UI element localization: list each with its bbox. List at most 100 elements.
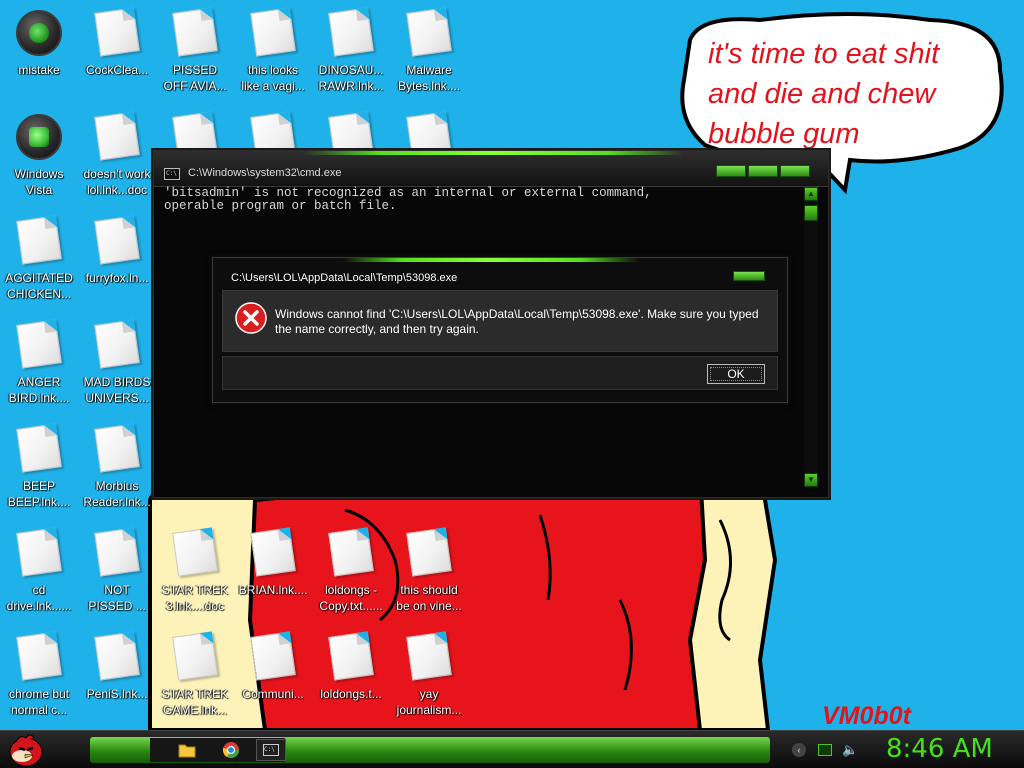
desktop-icon-label: yay journalism... xyxy=(396,687,462,717)
desktop-icon-label: Communi... xyxy=(242,687,304,701)
desktop-icon-label: MAD BIRDS UNIVERS... xyxy=(83,375,151,405)
desktop-icon[interactable]: AGGITATED CHICKEN... xyxy=(0,212,78,310)
document-icon xyxy=(16,527,62,577)
dialog-close-button[interactable] xyxy=(733,271,765,281)
document-icon xyxy=(406,631,452,681)
desktop-icon[interactable]: mistake xyxy=(0,4,78,102)
taskbar-cmd-button[interactable]: C:\ xyxy=(256,739,286,761)
taskbar-clock[interactable]: 8:46 AM xyxy=(886,734,993,764)
volume-icon[interactable]: 🔈 xyxy=(842,742,858,758)
console-icon: C:\ xyxy=(263,744,279,756)
speech-bubble-text: it's time to eat shit and die and chew b… xyxy=(708,38,940,150)
document-icon xyxy=(250,527,296,577)
document-icon xyxy=(406,7,452,57)
desktop-icon-label: chrome but normal c... xyxy=(8,687,70,717)
network-icon[interactable] xyxy=(818,744,832,756)
desktop-icon[interactable]: STAR TREK 3.lnk....doc xyxy=(156,524,234,622)
dialog-accent xyxy=(343,258,639,262)
tray-expand-icon[interactable]: ‹ xyxy=(792,743,806,757)
desktop-icon[interactable]: Malware Bytes.lnk.... xyxy=(390,4,468,102)
maximize-button[interactable] xyxy=(748,165,778,177)
document-icon xyxy=(16,319,62,369)
desktop-icon-label: this should be on vine... xyxy=(396,583,462,613)
dialog-body: Windows cannot find 'C:\Users\LOL\AppDat… xyxy=(222,290,778,352)
desktop-icon-label: mistake xyxy=(18,63,60,77)
cmd-title: C:\Windows\system32\cmd.exe xyxy=(188,167,342,179)
document-icon xyxy=(94,7,140,57)
angry-bird-icon[interactable] xyxy=(6,732,46,768)
document-icon xyxy=(94,319,140,369)
desktop-icon[interactable]: cd drive.lnk...... xyxy=(0,524,78,622)
scroll-down-button[interactable]: ▼ xyxy=(804,473,818,487)
taskbar: C:\ ‹ 🔈 8:46 AM xyxy=(0,730,1024,768)
ok-button[interactable]: OK xyxy=(707,364,765,384)
desktop-icon[interactable]: MAD BIRDS UNIVERS... xyxy=(78,316,156,414)
document-icon xyxy=(328,7,374,57)
document-icon xyxy=(16,423,62,473)
close-button[interactable] xyxy=(780,165,810,177)
desktop-icon[interactable]: NOT PISSED ... xyxy=(78,524,156,622)
window-controls xyxy=(716,165,810,179)
error-dialog[interactable]: C:\Users\LOL\AppData\Local\Temp\53098.ex… xyxy=(212,257,788,403)
desktop-icon[interactable]: this looks like a vagi... xyxy=(234,4,312,102)
scroll-up-button[interactable]: ▲ xyxy=(804,187,818,201)
minimize-button[interactable] xyxy=(716,165,746,177)
document-icon xyxy=(16,215,62,265)
desktop-icon[interactable]: Morbius Reader.lnk... xyxy=(78,420,156,518)
desktop-icon[interactable]: Windows Vista xyxy=(0,108,78,206)
desktop-icon[interactable]: this should be on vine... xyxy=(390,524,468,622)
chrome-icon[interactable] xyxy=(222,741,240,759)
document-icon xyxy=(328,527,374,577)
document-icon xyxy=(16,631,62,681)
desktop-icon-label: PISSED OFF AVIA... xyxy=(163,63,227,93)
desktop-icon[interactable]: BEEP BEEP.lnk.... xyxy=(0,420,78,518)
dialog-footer: OK xyxy=(222,356,778,390)
console-icon: C:\ xyxy=(164,168,180,180)
desktop-icon-label: DINOSAU... RAWR.lnk... xyxy=(318,63,384,93)
desktop-icon[interactable]: DINOSAU... RAWR.lnk... xyxy=(312,4,390,102)
desktop-icon-label: loldongs.t... xyxy=(320,687,382,701)
document-icon xyxy=(328,631,374,681)
desktop-icon[interactable]: loldongs - Copy.txt...... xyxy=(312,524,390,622)
desktop-icon[interactable]: STAR TREK GAME.lnk... xyxy=(156,628,234,726)
document-icon xyxy=(172,631,218,681)
desktop-icon[interactable]: chrome but normal c... xyxy=(0,628,78,726)
desktop-icon-label: BRIAN.lnk.... xyxy=(238,583,308,597)
desktop-icon-label: Morbius Reader.lnk... xyxy=(83,479,151,509)
document-icon xyxy=(172,527,218,577)
scroll-thumb[interactable] xyxy=(804,205,818,221)
desktop-icon[interactable]: loldongs.t... xyxy=(312,628,390,726)
desktop-icon-label: Malware Bytes.lnk.... xyxy=(397,63,461,93)
dialog-title: C:\Users\LOL\AppData\Local\Temp\53098.ex… xyxy=(231,272,458,284)
cmd-titlebar[interactable]: C:\ C:\Windows\system32\cmd.exe xyxy=(154,151,828,187)
desktop-icon[interactable]: ANGER BIRD.lnk.... xyxy=(0,316,78,414)
desktop-icon-label: NOT PISSED ... xyxy=(88,583,146,613)
desktop-icon[interactable]: Communi... xyxy=(234,628,312,726)
document-icon xyxy=(94,527,140,577)
desktop-icon[interactable]: doesn't work lol.lnk...doc xyxy=(78,108,156,206)
document-icon xyxy=(406,527,452,577)
desktop-icon[interactable]: BRIAN.lnk.... xyxy=(234,524,312,622)
desktop-icon-label: CockClea... xyxy=(85,63,149,77)
desktop-icon-label: doesn't work lol.lnk...doc xyxy=(83,167,151,197)
cmd-output: 'bitsadmin' is not recognized as an inte… xyxy=(164,186,652,213)
folder-icon[interactable] xyxy=(178,741,196,759)
desktop-icon[interactable]: furryfox.ln... xyxy=(78,212,156,310)
desktop-icon[interactable]: PISSED OFF AVIA... xyxy=(156,4,234,102)
desktop-icon-label: loldongs - Copy.txt...... xyxy=(319,583,383,613)
desktop-icon-label: PeniS.lnk... xyxy=(86,687,148,701)
document-icon xyxy=(94,111,140,161)
cmd-scrollbar[interactable]: ▲ ▼ xyxy=(804,187,818,487)
document-icon xyxy=(250,7,296,57)
desktop-icon[interactable]: PeniS.lnk... xyxy=(78,628,156,726)
desktop-icon-label: STAR TREK 3.lnk....doc xyxy=(161,583,229,613)
document-icon xyxy=(250,631,296,681)
desktop-icon[interactable]: CockClea... xyxy=(78,4,156,102)
desktop-icon-label: ANGER BIRD.lnk.... xyxy=(8,375,70,405)
recycle-bin-icon xyxy=(16,114,62,160)
app-sphere-icon xyxy=(16,10,62,56)
desktop-icon[interactable]: yay journalism... xyxy=(390,628,468,726)
wallpaper-signature: VM0b0t xyxy=(822,702,911,730)
desktop-icon-label: AGGITATED CHICKEN... xyxy=(5,271,73,301)
error-icon xyxy=(235,302,267,334)
